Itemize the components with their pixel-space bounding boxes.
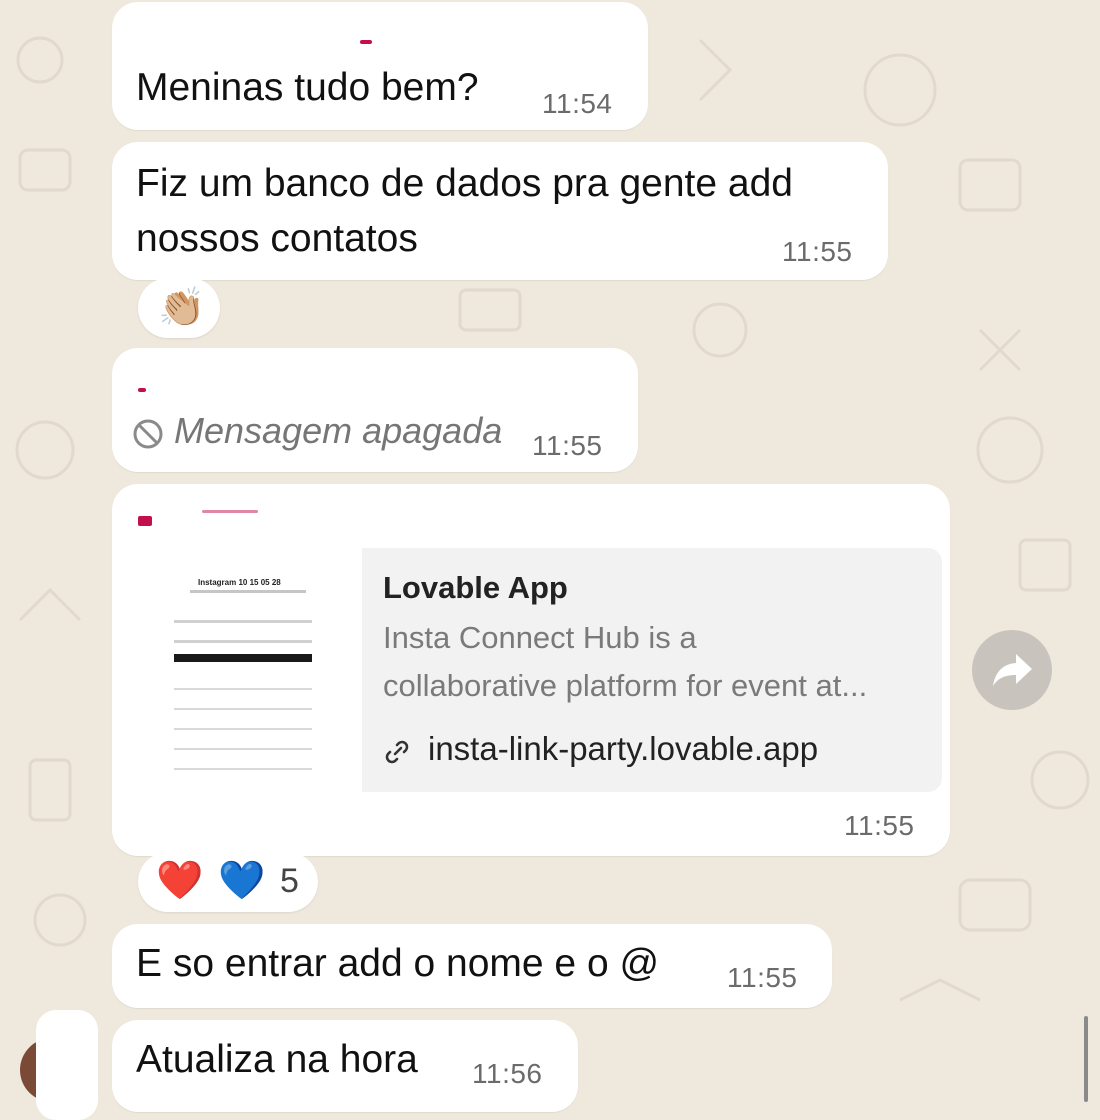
link-preview-description-line-1: Insta Connect Hub is a bbox=[383, 620, 697, 655]
message-bubble-2[interactable]: Fiz um banco de dados pra gente add noss… bbox=[112, 142, 888, 280]
message-time: 11:55 bbox=[844, 810, 915, 841]
message-bubble-1[interactable]: Meninas tudo bem? 11:54 bbox=[112, 2, 648, 130]
link-icon bbox=[385, 740, 409, 764]
message-time: 11:56 bbox=[472, 1058, 543, 1089]
clap-emoji: 👏🏼 bbox=[158, 287, 206, 329]
sender-name-redacted bbox=[138, 516, 152, 526]
thumbnail-input bbox=[174, 620, 312, 623]
message-text: E so entrar add o nome e o @ bbox=[136, 942, 660, 985]
link-preview-description-line-2: collaborative platform for event at... bbox=[383, 668, 868, 703]
message-text-line-2: nossos contatos bbox=[136, 217, 418, 260]
forward-button[interactable] bbox=[972, 630, 1052, 710]
thumbnail-heading: Instagram 10 15 05 28 bbox=[198, 578, 281, 587]
blue-heart-emoji: 💙 bbox=[218, 860, 266, 902]
message-bubble-5[interactable]: E so entrar add o nome e o @ 11:55 bbox=[112, 924, 832, 1008]
link-preview-thumbnail: Instagram 10 15 05 28 bbox=[128, 548, 362, 792]
message-time: 11:54 bbox=[542, 88, 613, 119]
link-preview-url[interactable]: insta-link-party.lovable.app bbox=[428, 730, 818, 768]
message-bubble-deleted[interactable]: Mensagem apagada 11:55 bbox=[112, 348, 638, 472]
message-text: Meninas tudo bem? bbox=[136, 66, 479, 109]
red-heart-emoji: ❤️ bbox=[156, 860, 204, 902]
sender-name-redacted bbox=[360, 40, 372, 44]
avatar-overlay bbox=[36, 1010, 98, 1120]
thumbnail-row bbox=[174, 728, 312, 730]
thumbnail-subheading bbox=[190, 590, 306, 593]
message-bubble-link[interactable]: Instagram 10 15 05 28 Lovable App Insta … bbox=[112, 484, 950, 856]
message-text-line-1: Fiz um banco de dados pra gente add bbox=[136, 162, 793, 205]
message-bubble-6[interactable]: Atualiza na hora 11:56 bbox=[112, 1020, 578, 1112]
forward-arrow-icon bbox=[993, 654, 1032, 686]
message-time: 11:55 bbox=[782, 236, 853, 267]
thumbnail-row bbox=[174, 708, 312, 710]
message-text: Atualiza na hora bbox=[136, 1038, 418, 1081]
reaction-count: 5 bbox=[280, 862, 299, 900]
reaction-pill-hearts[interactable]: ❤️ 💙 5 bbox=[138, 852, 318, 912]
thumbnail-row bbox=[174, 748, 312, 750]
link-preview-title: Lovable App bbox=[383, 570, 568, 605]
message-time: 11:55 bbox=[727, 962, 798, 993]
link-preview-card[interactable]: Instagram 10 15 05 28 Lovable App Insta … bbox=[128, 548, 942, 792]
reaction-pill-clap[interactable]: 👏🏼 bbox=[138, 278, 220, 338]
sender-name-redacted bbox=[202, 510, 258, 513]
message-time: 11:55 bbox=[532, 430, 603, 461]
sender-name-redacted bbox=[138, 388, 146, 392]
deleted-message-text: Mensagem apagada bbox=[174, 410, 503, 451]
block-icon bbox=[133, 419, 163, 449]
thumbnail-button bbox=[174, 654, 312, 662]
thumbnail-row bbox=[174, 688, 312, 690]
thumbnail-row bbox=[174, 768, 312, 770]
thumbnail-input bbox=[174, 640, 312, 643]
scrollbar[interactable] bbox=[1084, 1016, 1088, 1102]
